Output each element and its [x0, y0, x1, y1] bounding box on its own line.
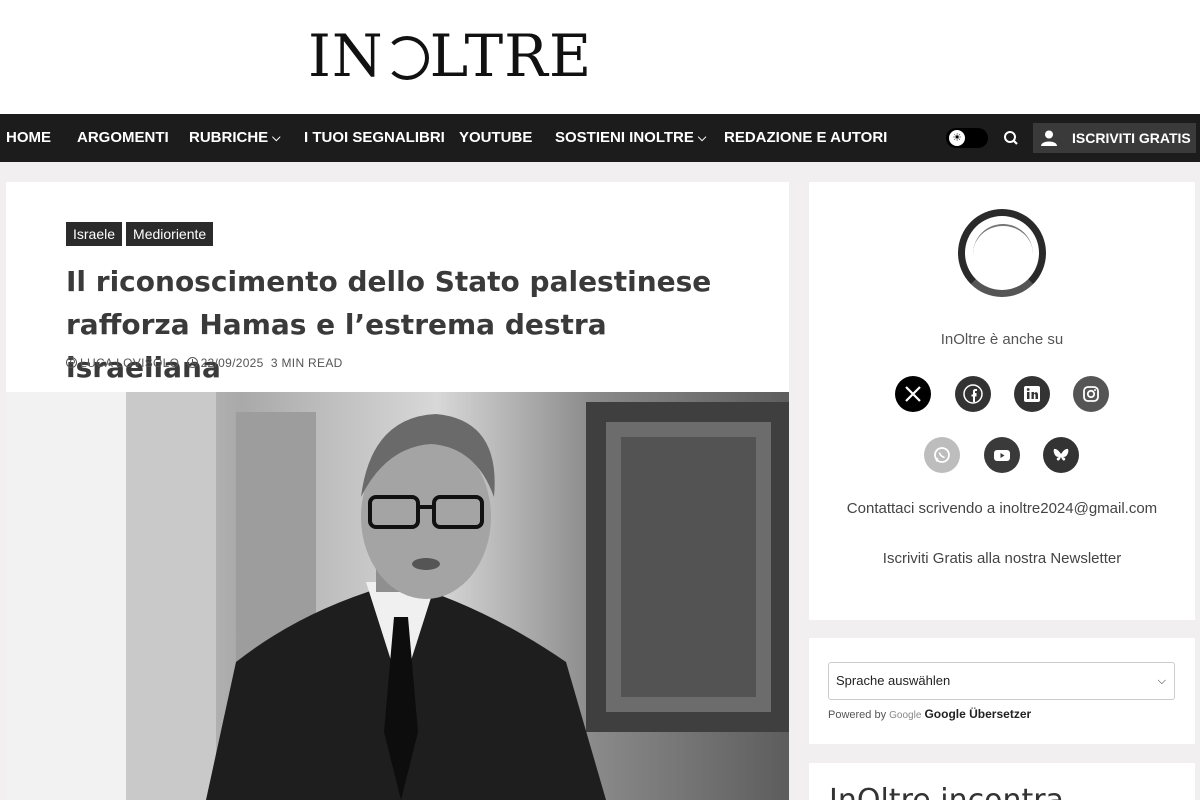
chevron-down-icon: ⌵: [697, 132, 707, 144]
logo-o-mark: [384, 36, 429, 80]
nav-redazione[interactable]: REDAZIONE E AUTORI: [724, 114, 887, 162]
user-icon: [1041, 130, 1057, 146]
article-photo: [6, 392, 789, 800]
next-widget-title: InOltre incontra: [829, 783, 1064, 800]
subscribe-button[interactable]: ISCRIVITI GRATIS: [1033, 123, 1196, 153]
contact-text: Contattaci scrivendo a inoltre2024@gmail…: [846, 500, 1158, 517]
also-on-label: InOltre è anche su: [940, 331, 1064, 348]
site-logo[interactable]: IN LTRE: [308, 24, 592, 88]
search-icon[interactable]: [1000, 126, 1022, 150]
inoltre-logo-icon: [958, 209, 1046, 297]
logo-ring-inner: [973, 224, 1033, 284]
social-widget: InOltre è anche su Contattaci scrivendo …: [809, 182, 1195, 620]
article-author[interactable]: LUCA LOVISOLO: [80, 356, 179, 370]
nav-youtube[interactable]: YOUTUBE: [459, 114, 532, 162]
google-logo: Google: [889, 710, 922, 721]
article-card: Israele Medioriente Il riconoscimento del…: [6, 182, 789, 800]
tag-israele[interactable]: Israele: [66, 222, 123, 246]
nav-argomenti[interactable]: ARGOMENTI: [77, 114, 169, 162]
subscribe-label: ISCRIVITI GRATIS: [1072, 130, 1191, 146]
language-select-value: Sprache auswählen: [836, 673, 951, 688]
translator-link[interactable]: Google Übersetzer: [924, 707, 1031, 721]
author-icon: [66, 357, 77, 369]
newsletter-link[interactable]: Iscriviti Gratis alla nostra Newsletter: [809, 550, 1195, 567]
nav-home[interactable]: HOME: [6, 114, 51, 162]
facebook-icon[interactable]: [955, 376, 991, 412]
site-header: IN LTRE: [0, 0, 1200, 114]
language-select[interactable]: Sprache auswählen ⌵: [828, 662, 1175, 700]
powered-by: Powered by Google Google Übersetzer: [828, 707, 1031, 721]
article-date: 22/09/2025: [200, 355, 264, 370]
article-tags: Israele Medioriente: [66, 222, 217, 246]
translate-widget: Sprache auswählen ⌵ Powered by Google Go…: [809, 638, 1195, 744]
nav-rubriche[interactable]: RUBRICHE ⌵: [189, 114, 281, 162]
clock-icon: [186, 357, 198, 369]
sun-icon: ☀: [949, 130, 965, 146]
nav-sostieni[interactable]: SOSTIENI INOLTRE ⌵: [555, 114, 706, 162]
read-time: 3 MIN READ: [270, 355, 343, 370]
next-widget: InOltre incontra: [809, 763, 1195, 800]
chevron-down-icon: ⌵: [272, 132, 281, 144]
linkedin-icon[interactable]: [1014, 376, 1050, 412]
powered-by-label: Powered by: [828, 709, 887, 721]
article-meta: LUCA LOVISOLO 22/09/2025 3 MIN READ: [66, 355, 343, 370]
whatsapp-icon[interactable]: [924, 437, 960, 473]
tag-medioriente[interactable]: Medioriente: [126, 222, 214, 246]
youtube-icon[interactable]: [984, 437, 1020, 473]
chevron-down-icon: ⌵: [1157, 675, 1166, 687]
x-icon[interactable]: [895, 376, 931, 412]
instagram-icon[interactable]: [1073, 376, 1109, 412]
nav-segnalibri[interactable]: I TUOI SEGNALIBRI: [304, 114, 445, 162]
bluesky-icon[interactable]: [1043, 437, 1079, 473]
dark-mode-toggle[interactable]: ☀: [946, 128, 988, 148]
